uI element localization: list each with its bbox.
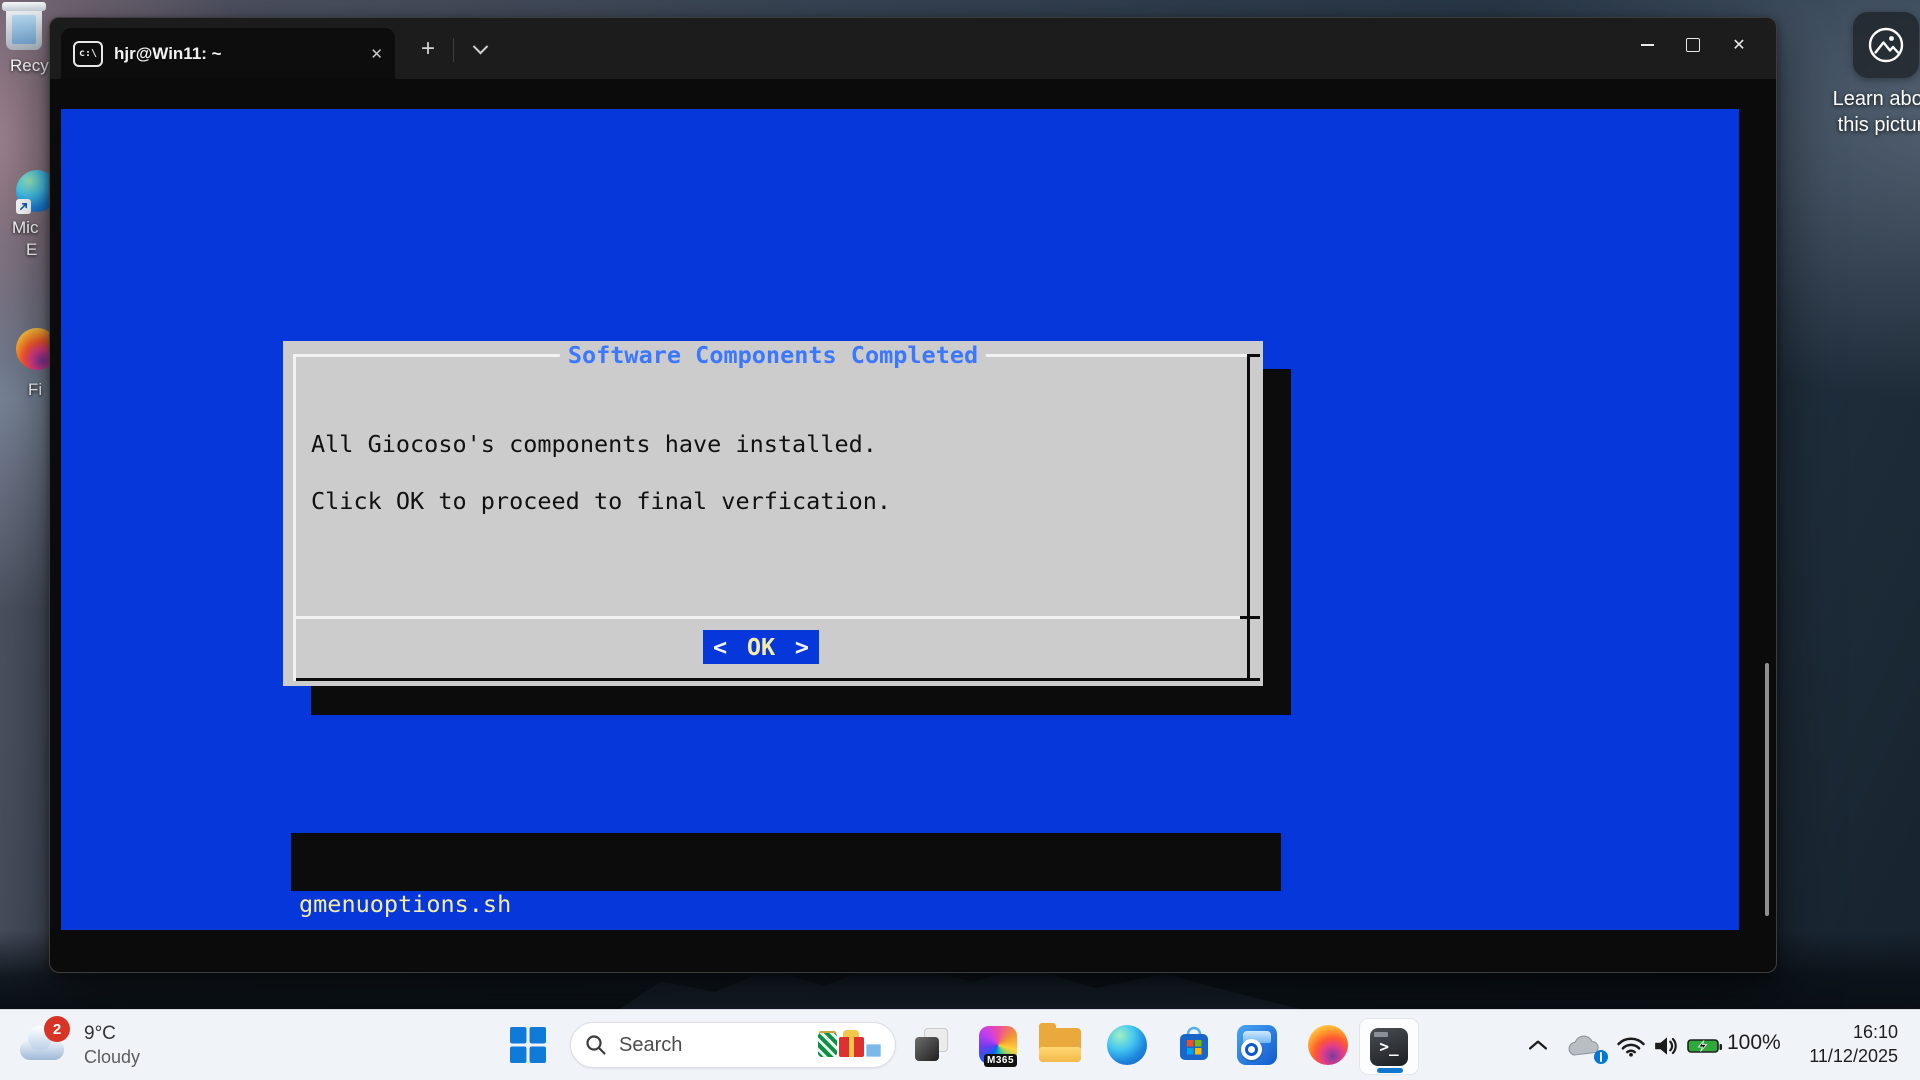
minimize-button[interactable]: [1624, 24, 1670, 66]
command-prompt-icon: c:\: [73, 41, 103, 67]
window-controls: ✕: [1624, 24, 1762, 66]
tab-close-icon[interactable]: ✕: [370, 45, 383, 63]
dialog-border-bottom: [296, 678, 1260, 681]
tab-title: hjr@Win11: ~: [114, 44, 359, 64]
speaker-icon: [1653, 1034, 1681, 1058]
search-highlight-gifts-icon: [818, 1033, 881, 1057]
info-badge-icon: [1594, 1050, 1608, 1064]
maximize-icon: [1686, 38, 1700, 52]
firefox-icon: [1308, 1025, 1348, 1065]
m365-badge: M365: [984, 1054, 1017, 1067]
dialog-title: Software Components Completed: [560, 341, 986, 370]
clock-date: 11/12/2025: [1809, 1044, 1898, 1068]
chevron-down-icon: [472, 38, 488, 54]
ok-button-right-bracket: >: [795, 633, 809, 661]
tray-volume-button[interactable]: [1651, 1031, 1683, 1061]
battery-charging-icon: [1687, 1037, 1723, 1055]
dialog-body-line1: All Giocoso's components have installed.: [311, 430, 877, 459]
taskbar-clock[interactable]: 16:10 11/12/2025: [1809, 1020, 1898, 1068]
ok-button-left-bracket: <: [713, 633, 727, 661]
tray-wifi-button[interactable]: [1614, 1033, 1648, 1059]
minimize-icon: [1641, 44, 1654, 46]
temperature-label: 9°C: [84, 1023, 116, 1045]
dialog-button-separator: [293, 616, 1240, 619]
gift-bag-icon: [818, 1033, 837, 1057]
clock-time: 16:10: [1809, 1020, 1898, 1044]
picture-icon: [1853, 12, 1919, 78]
chevron-up-icon: [1529, 1039, 1547, 1051]
desktop-icon-spotlight[interactable]: Learn about this picture: [1816, 12, 1920, 138]
terminal-tab-bar: c:\ hjr@Win11: ~ ✕ + ✕: [50, 18, 1776, 79]
active-app-indicator: [1377, 1068, 1403, 1073]
terminal-window: c:\ hjr@Win11: ~ ✕ + ✕: [49, 17, 1777, 973]
outlook-icon: [1237, 1025, 1277, 1065]
recycle-bin-icon: [6, 8, 42, 50]
message-dialog: Software Components Completed All Giocos…: [283, 341, 1263, 686]
dialog-border-right: [1247, 354, 1250, 681]
taskbar-app-firefox[interactable]: [1306, 1023, 1350, 1067]
maximize-button[interactable]: [1670, 24, 1716, 66]
terminal-tab[interactable]: c:\ hjr@Win11: ~ ✕: [61, 28, 395, 79]
m365-copilot-icon: M365: [979, 1026, 1017, 1064]
weather-widget[interactable]: 2 9°C Cloudy: [14, 1014, 214, 1076]
notification-badge: 2: [44, 1016, 70, 1042]
dialog-border-left: [293, 354, 296, 681]
edge-icon: [1107, 1025, 1147, 1065]
battery-percent-label: 100%: [1727, 1031, 1781, 1055]
tab-dropdown-button[interactable]: [462, 31, 498, 67]
blue-gift-icon: [866, 1044, 881, 1057]
red-gift-icon: [839, 1037, 864, 1057]
condition-label: Cloudy: [84, 1047, 140, 1068]
spotlight-label: Learn about this picture: [1816, 86, 1920, 138]
taskbar-app-microsoft-store[interactable]: [1172, 1023, 1216, 1067]
terminal-scrollbar-thumb[interactable]: [1765, 663, 1769, 916]
shell-output-line1: gmenuoptions.sh: [299, 890, 1281, 919]
taskbar-app-m365-copilot[interactable]: M365: [976, 1023, 1020, 1067]
terminal-content: Software Components Completed All Giocos…: [50, 79, 1776, 972]
taskbar-app-task-view[interactable]: [909, 1023, 953, 1067]
start-button[interactable]: [508, 1025, 548, 1065]
new-tab-button[interactable]: +: [410, 31, 446, 67]
close-button[interactable]: ✕: [1716, 24, 1762, 66]
tray-battery-button[interactable]: [1686, 1036, 1724, 1056]
shortcut-arrow-icon: [16, 199, 31, 214]
ok-button-label: OK: [747, 633, 775, 661]
taskbar-app-windows-terminal-active[interactable]: >_: [1359, 1018, 1419, 1075]
ok-button[interactable]: < OK >: [703, 630, 819, 664]
tabbar-divider: [453, 38, 454, 62]
windows-terminal-icon: >_: [1370, 1028, 1408, 1066]
search-placeholder: Search: [619, 1034, 806, 1057]
shell-output: gmenuoptions.sh 8da99bc5516583eaf79a96e9…: [291, 833, 1281, 891]
taskbar-app-microsoft-edge[interactable]: [1105, 1023, 1149, 1067]
search-icon: [585, 1034, 607, 1056]
tray-onedrive-button[interactable]: [1562, 1031, 1604, 1061]
microsoft-store-icon: [1174, 1024, 1214, 1066]
whiptail-root-screen: Software Components Completed All Giocos…: [61, 109, 1739, 930]
file-explorer-icon: [1039, 1028, 1081, 1062]
dialog-separator-right-cap: [1240, 616, 1260, 619]
taskbar-app-file-explorer[interactable]: [1038, 1023, 1082, 1067]
windows-logo-icon: [510, 1027, 546, 1063]
wifi-icon: [1616, 1035, 1646, 1058]
screen: Recy Mic E Fi Learn about this picture: [0, 0, 1920, 1080]
search-box[interactable]: Search: [570, 1022, 896, 1068]
taskbar: 2 9°C Cloudy Search: [0, 1009, 1920, 1080]
taskbar-app-outlook[interactable]: [1235, 1023, 1279, 1067]
dialog-body-line2: Click OK to proceed to final verfication…: [311, 487, 891, 516]
tray-chevron-up-button[interactable]: [1526, 1036, 1550, 1054]
